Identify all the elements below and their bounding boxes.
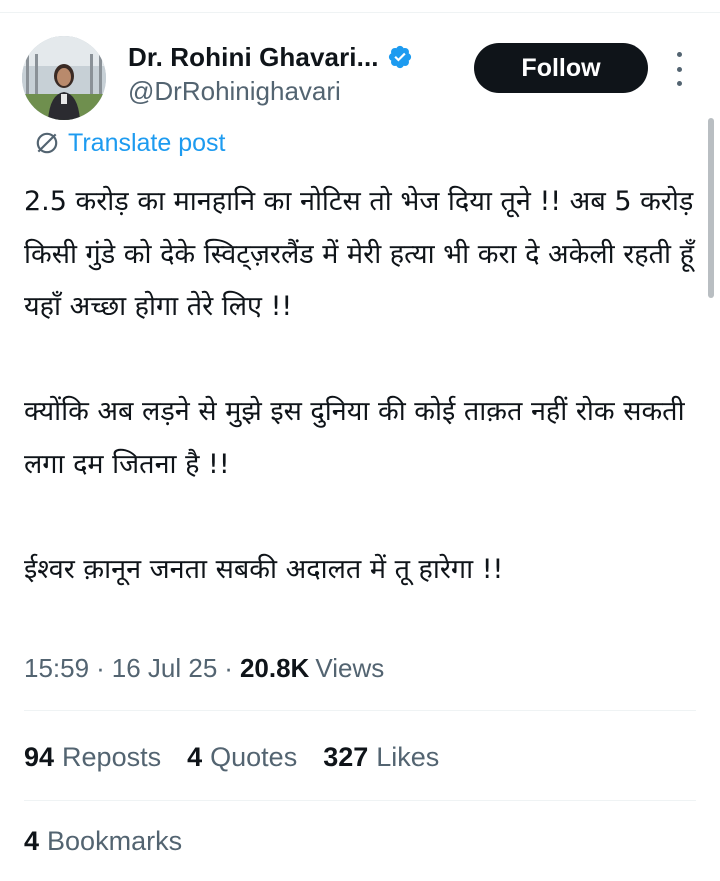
author-name[interactable]: Dr. Rohini Ghavari... (128, 42, 379, 73)
divider (24, 710, 696, 711)
translate-icon (36, 132, 58, 154)
bookmarks-stat[interactable]: 4 Bookmarks (24, 826, 182, 857)
bookmarks-count: 4 (24, 826, 40, 856)
top-divider (0, 12, 720, 13)
more-vertical-icon[interactable] (669, 52, 689, 86)
author-name-row[interactable]: Dr. Rohini Ghavari... (128, 40, 413, 74)
quotes-stat[interactable]: 4 Quotes (187, 742, 297, 773)
avatar[interactable] (22, 36, 106, 120)
likes-stat[interactable]: 327 Likes (323, 742, 439, 773)
quotes-count: 4 (187, 741, 203, 772)
divider (24, 800, 696, 801)
post-paragraph: 2.5 करोड़ का मानहानि का नोटिस तो भेज दिय… (24, 186, 694, 322)
likes-label: Likes (376, 741, 440, 772)
bookmarks-label: Bookmarks (47, 826, 183, 856)
reposts-label: Reposts (62, 741, 162, 772)
meta-separator: · (96, 652, 105, 683)
views-count[interactable]: 20.8K (240, 653, 309, 684)
post-text: 2.5 करोड़ का मानहानि का नोटिस तो भेज दिय… (24, 176, 704, 596)
translate-post-link[interactable]: Translate post (34, 126, 225, 160)
post-paragraph: क्योंकि अब लड़ने से मुझे इस दुनिया की को… (24, 396, 685, 480)
quotes-label: Quotes (210, 741, 298, 772)
reposts-count: 94 (24, 741, 55, 772)
follow-button[interactable]: Follow (474, 43, 648, 93)
translate-post-label[interactable]: Translate post (68, 129, 225, 158)
post-meta: 15:59 · 16 Jul 25 · 20.8K Views (24, 648, 384, 688)
post-date[interactable]: 16 Jul 25 (112, 653, 218, 684)
post-time[interactable]: 15:59 (24, 653, 89, 684)
views-label[interactable]: Views (315, 653, 384, 684)
engagement-stats: 94 Reposts 4 Quotes 327 Likes (24, 736, 465, 778)
reposts-stat[interactable]: 94 Reposts (24, 742, 161, 773)
meta-separator: · (224, 652, 233, 683)
likes-count: 327 (323, 741, 369, 772)
author-handle[interactable]: @DrRohinighavari (128, 76, 341, 107)
post-paragraph: ईश्वर क़ानून जनता सबकी अदालत में तू हारे… (24, 553, 504, 585)
scrollbar[interactable] (708, 118, 714, 298)
verified-badge-icon (388, 45, 411, 69)
